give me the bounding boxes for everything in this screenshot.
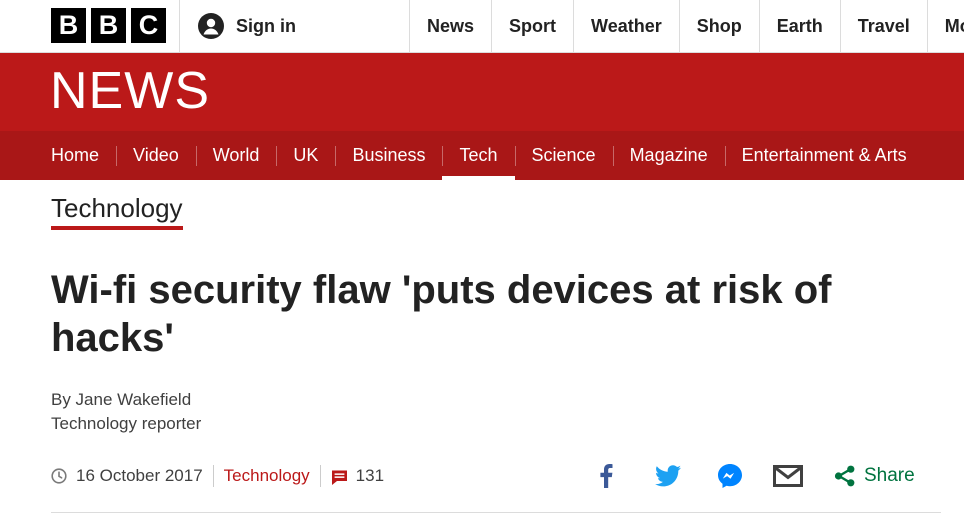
bbc-logo-letter: B bbox=[91, 8, 126, 43]
global-nav-sport[interactable]: Sport bbox=[491, 0, 573, 53]
bbc-logo-letter: C bbox=[131, 8, 166, 43]
user-icon bbox=[198, 13, 224, 39]
article-tag-link[interactable]: Technology bbox=[224, 466, 310, 486]
divider bbox=[179, 0, 180, 53]
comment-icon bbox=[331, 470, 347, 485]
share-messenger-button[interactable] bbox=[715, 462, 745, 490]
global-nav-earth[interactable]: Earth bbox=[758, 0, 840, 53]
share-facebook-button[interactable] bbox=[591, 462, 621, 490]
article-headline: Wi-fi security flaw 'puts devices at ris… bbox=[51, 268, 832, 360]
email-icon bbox=[773, 465, 803, 487]
facebook-icon bbox=[600, 464, 613, 488]
global-nav-shop[interactable]: Shop bbox=[678, 0, 759, 53]
byline: By Jane Wakefield Technology reporter bbox=[51, 388, 201, 436]
sign-in-button[interactable]: Sign in bbox=[198, 10, 296, 42]
divider bbox=[51, 512, 941, 513]
news-logo[interactable]: NEWS bbox=[50, 65, 210, 117]
global-nav-news[interactable]: News bbox=[409, 0, 491, 53]
global-nav-travel[interactable]: Travel bbox=[839, 0, 927, 53]
meta-divider bbox=[319, 465, 321, 487]
share-button[interactable]: Share bbox=[834, 462, 915, 490]
section-nav-tech[interactable]: Tech bbox=[442, 131, 515, 180]
global-nav-more[interactable]: Mo bbox=[926, 0, 964, 53]
share-label: Share bbox=[864, 465, 915, 486]
comment-count: 131 bbox=[355, 466, 385, 485]
comments-link[interactable]: 131 bbox=[331, 466, 384, 486]
sign-in-label: Sign in bbox=[236, 15, 296, 36]
bbc-logo[interactable]: B B C bbox=[51, 8, 166, 43]
messenger-icon bbox=[718, 464, 742, 488]
bbc-logo-letter: B bbox=[51, 8, 86, 43]
section-nav-world[interactable]: World bbox=[195, 131, 277, 180]
article-date: 16 October 2017 bbox=[76, 466, 203, 485]
share-email-button[interactable] bbox=[773, 462, 803, 490]
byline-name: By Jane Wakefield bbox=[51, 390, 192, 409]
section-nav-uk[interactable]: UK bbox=[276, 131, 335, 180]
section-nav: Home Video World UK Business Tech Scienc… bbox=[0, 131, 964, 180]
global-nav-weather[interactable]: Weather bbox=[573, 0, 679, 53]
section-nav-science[interactable]: Science bbox=[514, 131, 613, 180]
meta-divider bbox=[212, 465, 214, 487]
section-nav-magazine[interactable]: Magazine bbox=[612, 131, 725, 180]
section-nav-business[interactable]: Business bbox=[335, 131, 442, 180]
article-meta: 16 October 2017 Technology 131 bbox=[51, 462, 384, 490]
byline-role: Technology reporter bbox=[51, 414, 202, 433]
clock-icon bbox=[51, 468, 67, 484]
section-nav-entertainment-arts[interactable]: Entertainment & Arts bbox=[724, 131, 924, 180]
section-nav-video[interactable]: Video bbox=[116, 131, 196, 180]
section-title-link[interactable]: Technology bbox=[51, 193, 183, 230]
global-header: B B C Sign in News Sport Weather Shop Ea… bbox=[0, 0, 964, 53]
news-banner: NEWS bbox=[0, 53, 964, 131]
share-icon bbox=[834, 465, 855, 487]
section-nav-home[interactable]: Home bbox=[34, 131, 116, 180]
share-twitter-button[interactable] bbox=[653, 462, 683, 490]
global-nav: News Sport Weather Shop Earth Travel Mo bbox=[409, 0, 964, 53]
twitter-icon bbox=[655, 465, 681, 487]
